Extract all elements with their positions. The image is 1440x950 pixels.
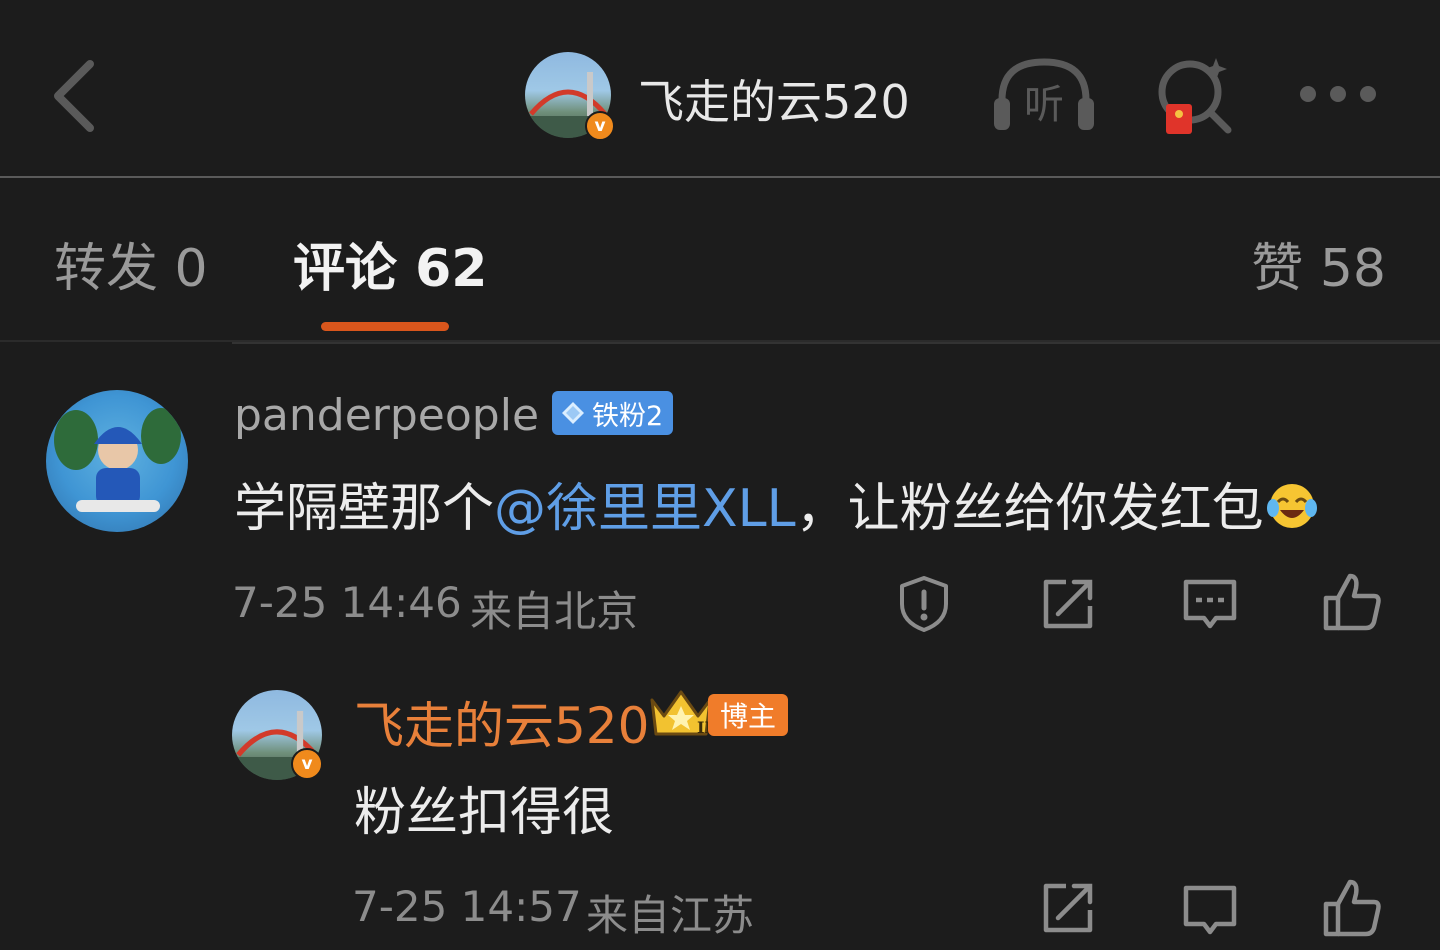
diamond-icon bbox=[562, 402, 584, 424]
verified-badge: v bbox=[585, 111, 615, 141]
like-icon[interactable] bbox=[1320, 570, 1384, 634]
verified-badge: v bbox=[291, 748, 323, 780]
back-arrow-icon[interactable] bbox=[48, 56, 108, 136]
crown-level-icon: II bbox=[650, 690, 712, 737]
baby-photo-icon bbox=[54, 408, 181, 512]
share-icon[interactable] bbox=[1036, 572, 1100, 636]
report-icon[interactable] bbox=[892, 572, 956, 636]
tab-likes[interactable]: 赞 58 bbox=[1251, 226, 1386, 301]
reply-time: 7-25 14:57 bbox=[352, 882, 582, 931]
comment-location: 来自北京 bbox=[470, 587, 639, 636]
tab-repost[interactable]: 转发 0 bbox=[54, 226, 208, 301]
comment-text-part: ，让粉丝给你发红包 bbox=[795, 479, 1264, 539]
active-tab-indicator bbox=[321, 322, 449, 331]
laughing-tears-emoji-icon bbox=[1266, 484, 1317, 528]
header-blogger-name[interactable]: 飞走的云520 bbox=[638, 66, 910, 132]
reply-comment-icon[interactable] bbox=[1178, 878, 1242, 942]
blogger-role-badge: 博主 bbox=[708, 694, 789, 736]
commenter-avatar[interactable] bbox=[46, 390, 188, 532]
comment-text: 学隔壁那个@徐里里XLL，让粉丝给你发红包 bbox=[234, 466, 1318, 541]
comments-divider bbox=[232, 342, 1440, 344]
share-icon[interactable] bbox=[1036, 876, 1100, 940]
reply-comment-icon[interactable] bbox=[1178, 572, 1242, 636]
listen-headphone-icon[interactable]: 听 bbox=[992, 54, 1096, 134]
header-divider bbox=[0, 176, 1440, 178]
tab-comments[interactable]: 评论 62 bbox=[293, 226, 487, 301]
fan-level-badge[interactable]: 铁粉2 bbox=[552, 391, 674, 435]
comment-time: 7-25 14:46 bbox=[232, 578, 462, 627]
more-dots-icon[interactable] bbox=[1296, 82, 1380, 106]
listen-label: 听 bbox=[1024, 82, 1064, 128]
like-icon[interactable] bbox=[1320, 876, 1384, 940]
reply-author-name[interactable]: 飞走的云520 bbox=[354, 686, 649, 758]
search-redpacket-icon[interactable] bbox=[1152, 54, 1236, 138]
commenter-username[interactable]: panderpeople bbox=[234, 390, 539, 441]
fan-badge-label: 铁粉2 bbox=[592, 400, 664, 432]
mention-link[interactable]: @徐里里XLL bbox=[494, 479, 796, 539]
reply-location: 来自江苏 bbox=[586, 891, 755, 940]
reply-text: 粉丝扣得很 bbox=[354, 783, 615, 843]
comment-text-part: 学隔壁那个 bbox=[234, 479, 495, 539]
